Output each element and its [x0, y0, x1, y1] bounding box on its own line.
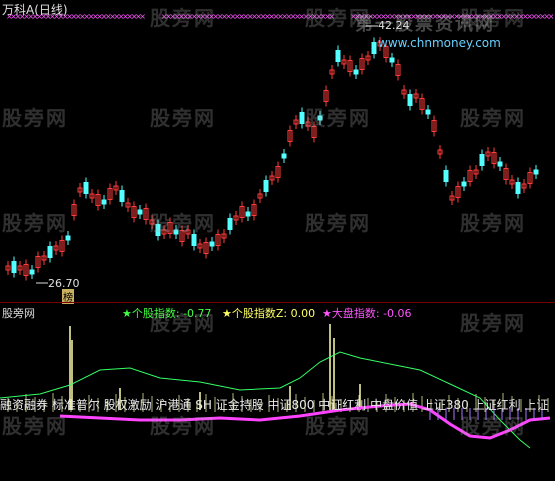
watermark: 股旁网 — [460, 414, 526, 438]
candle-body — [443, 170, 449, 182]
watermark: 股旁网 — [460, 106, 526, 130]
candle-body — [11, 261, 17, 273]
candle-body — [227, 218, 233, 230]
candle-body — [479, 154, 485, 166]
watermark: 股旁网 — [460, 311, 526, 335]
watermark-site-url: www.chnmoney.com — [378, 36, 501, 50]
candle-body — [389, 57, 395, 63]
candle-body — [461, 181, 467, 187]
candle-body — [263, 180, 269, 192]
chart-title: 万科A(日线) — [2, 3, 68, 17]
candle-body — [245, 211, 251, 217]
star-icon: ★ — [122, 307, 132, 320]
marker-x: × — [548, 12, 555, 21]
candle-body — [497, 161, 503, 167]
watermark: 股旁网 — [150, 6, 216, 30]
watermark: 股旁网 — [150, 311, 216, 335]
star-icon: ★ — [222, 307, 232, 320]
candle-body — [299, 112, 305, 124]
candle-body — [119, 190, 125, 202]
candle-body — [353, 69, 359, 75]
candle-body — [335, 50, 341, 62]
candle-body — [191, 234, 197, 246]
star-icon: ★ — [322, 307, 332, 320]
watermark-site-name: 第一股票资讯网 — [355, 14, 495, 35]
watermark: 股旁网 — [150, 211, 216, 235]
marker-x: × — [139, 12, 146, 21]
pane-separator — [0, 302, 555, 303]
candle-body — [101, 199, 107, 205]
watermark: 股旁网 — [460, 211, 526, 235]
watermark: 股旁网 — [2, 211, 68, 235]
legend-item-2: ★个股指数Z: 0.00 — [222, 307, 316, 320]
candlestick-series — [5, 37, 539, 281]
watermark: 股旁网 — [2, 414, 68, 438]
candle-body — [407, 94, 413, 106]
watermark: 股旁网 — [150, 414, 216, 438]
candle-body — [371, 42, 377, 54]
candle-body — [83, 182, 89, 194]
candle-body — [533, 169, 539, 175]
legend-item-3: ★大盘指数: -0.06 — [322, 307, 412, 320]
indicator-pane-title: 股旁网 — [2, 307, 35, 320]
watermark: 股旁网 — [305, 106, 371, 130]
candle-body — [29, 269, 35, 275]
watermark: 股旁网 — [305, 414, 371, 438]
candle-body — [425, 109, 431, 115]
candle-body — [515, 182, 521, 194]
watermark: 股旁网 — [150, 106, 216, 130]
candle-body — [137, 209, 143, 215]
candle-body — [47, 246, 53, 258]
watermark: 股旁网 — [2, 106, 68, 130]
candle-body — [65, 235, 71, 241]
candle-body — [281, 153, 287, 159]
watermark: 股旁网 — [305, 211, 371, 235]
candle-body — [209, 241, 215, 247]
